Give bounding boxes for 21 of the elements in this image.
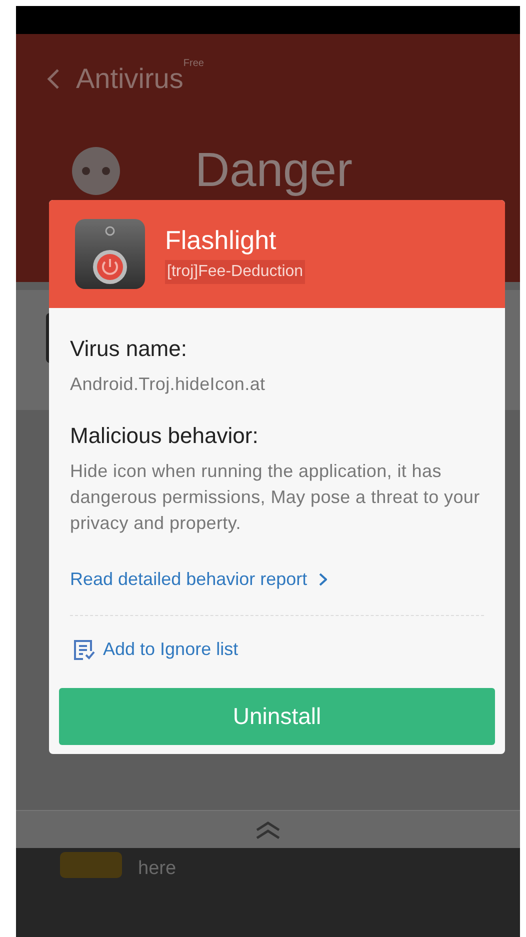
section-text: Android.Troj.hideIcon.at xyxy=(70,373,266,396)
flashlight-app-icon xyxy=(75,219,145,289)
app-name: Flashlight xyxy=(165,224,276,257)
section-heading: Virus name: xyxy=(70,335,188,363)
danger-icon xyxy=(71,146,121,196)
uninstall-button[interactable]: Uninstall xyxy=(59,688,495,745)
free-label: Free xyxy=(183,57,204,71)
chevron-right-icon xyxy=(319,573,328,586)
expand-bar[interactable] xyxy=(16,810,520,848)
danger-status: Danger xyxy=(195,147,352,195)
report-link[interactable]: Read detailed behavior report xyxy=(70,566,484,593)
section-text: Hide icon when running the application, it has dangerous permissions, May pose a threat to your privacy and property. xyxy=(70,460,481,535)
section-heading: Malicious behavior: xyxy=(70,422,260,450)
app-icon xyxy=(60,852,122,878)
item-text: here xyxy=(138,859,176,878)
back-icon[interactable] xyxy=(46,68,60,90)
threat-tag: [troj]Fee-Deduction xyxy=(165,260,306,284)
list-check-icon xyxy=(73,638,95,660)
ignore-list-link[interactable]: Add to Ignore list xyxy=(73,636,481,663)
screen-title: Antivirus xyxy=(76,62,184,96)
double-chevron-up-icon[interactable] xyxy=(254,820,282,840)
